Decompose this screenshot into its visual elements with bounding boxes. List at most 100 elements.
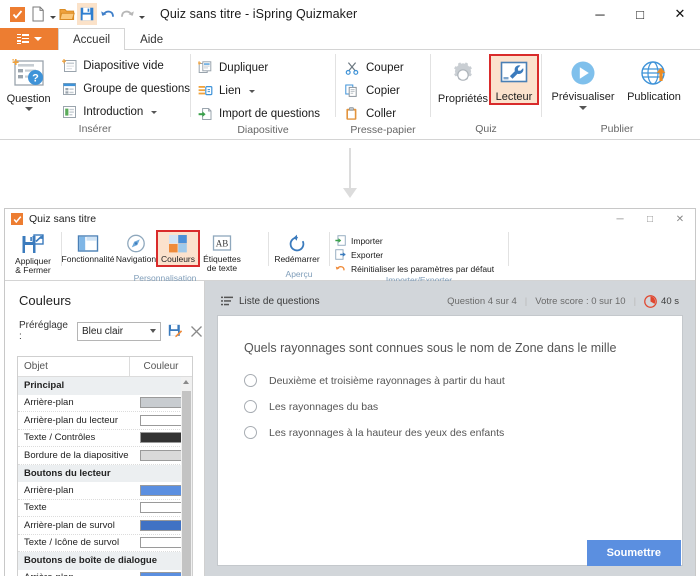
scroll-up-icon[interactable]: [183, 380, 189, 384]
question-button[interactable]: ? Question: [0, 56, 57, 111]
reset-icon: [334, 263, 346, 275]
save-button[interactable]: [77, 3, 97, 25]
slide-link[interactable]: Lien: [197, 81, 320, 101]
preset-row: Préréglage : Bleu clair: [5, 308, 204, 342]
preview-status: Question 4 sur 4 | Votre score : 0 sur 1…: [447, 294, 679, 308]
group-label-inserer: Insérer: [78, 123, 112, 135]
customize-quick-access-button[interactable]: [137, 3, 146, 25]
properties-label: Propriétés: [437, 93, 489, 105]
tab-accueil[interactable]: Accueil: [58, 28, 126, 50]
colors-table-rows: Principal Arrière-plan Arrière-plan du l…: [18, 377, 192, 576]
radio-button[interactable]: [244, 400, 257, 413]
list-icon: [221, 296, 233, 306]
close-button[interactable]: ✕: [665, 209, 695, 229]
scrollbar-thumb[interactable]: [182, 391, 191, 576]
minimize-button[interactable]: ─: [580, 0, 620, 28]
column-header-couleur: Couleur: [143, 361, 179, 372]
answer-option[interactable]: Les rayonnages du bas: [244, 400, 656, 413]
player-button[interactable]: Lecteur: [489, 54, 539, 105]
table-row[interactable]: Texte: [18, 500, 192, 517]
save-preset-icon: [168, 324, 183, 338]
table-row[interactable]: Texte / Icône de survol: [18, 535, 192, 552]
insert-question-group[interactable]: Groupe de questions: [61, 79, 190, 99]
blank-slide-icon: [61, 58, 77, 74]
import-icon: [334, 235, 346, 247]
save-preset-button[interactable]: [167, 323, 183, 339]
ribbon-tabs: Accueil Aide: [0, 28, 700, 50]
player-ribbon: Appliquer & Fermer Fonctionnalité Naviga…: [5, 229, 695, 285]
row-label: Arrière-plan du lecteur: [24, 414, 118, 426]
table-row[interactable]: Texte / Contrôles: [18, 430, 192, 447]
ribbon-group-apply: Appliquer & Fermer: [5, 229, 61, 281]
minimize-button[interactable]: ─: [605, 209, 635, 229]
new-file-button[interactable]: [28, 3, 48, 25]
properties-button[interactable]: Propriétés: [435, 56, 491, 105]
submit-button[interactable]: Soumettre: [586, 540, 681, 566]
row-label: Arrière-plan: [18, 572, 130, 576]
insert-blank-slide[interactable]: Diapositive vide: [61, 56, 190, 76]
chevron-down-icon: [579, 106, 587, 110]
apply-close-button[interactable]: Appliquer & Fermer: [5, 232, 61, 275]
clipboard-paste[interactable]: Coller: [344, 104, 404, 124]
quiz-slide: Quels rayonnages sont connues sous le no…: [217, 315, 683, 566]
blank-slide-label: Diapositive vide: [83, 60, 164, 72]
tab-aide[interactable]: Aide: [125, 28, 178, 50]
restart-button[interactable]: Redémarrer: [269, 232, 325, 265]
reset-defaults-button[interactable]: Réinitialiser les paramètres par défaut: [334, 262, 494, 275]
radio-button[interactable]: [244, 374, 257, 387]
delete-preset-button[interactable]: [189, 323, 204, 339]
publication-button[interactable]: Publication: [620, 56, 688, 103]
slide-duplicate[interactable]: Dupliquer: [197, 58, 320, 78]
answer-option[interactable]: Les rayonnages à la hauteur des yeux des…: [244, 426, 656, 439]
maximize-button[interactable]: □: [620, 0, 660, 28]
undo-button[interactable]: [97, 3, 117, 25]
features-button[interactable]: Fonctionnalité: [62, 232, 114, 265]
clipboard-copy[interactable]: Copier: [344, 81, 404, 101]
chevron-down-icon: [24, 107, 33, 111]
import-questions-label: Import de questions: [219, 108, 321, 120]
redo-button[interactable]: [117, 3, 137, 25]
clipboard-cut[interactable]: Couper: [344, 58, 404, 78]
group-label-quiz: Quiz: [475, 123, 497, 135]
import-label: Importer: [351, 235, 383, 246]
colors-table: Objet Couleur Principal Arrière-plan Arr…: [17, 356, 193, 576]
ribbon-group-presse-papier: Couper Copier Coller Presse-papier: [336, 50, 430, 140]
question-icon: ?: [11, 58, 44, 86]
table-row[interactable]: Arrière-plan de survol: [18, 517, 192, 535]
answer-option[interactable]: Deuxième et troisième rayonnages à parti…: [244, 374, 656, 387]
colors-table-scrollbar[interactable]: [181, 377, 192, 576]
cut-icon: [344, 60, 360, 76]
table-row[interactable]: Arrière-plan: [18, 570, 192, 576]
radio-button[interactable]: [244, 426, 257, 439]
cut-label: Couper: [366, 62, 404, 74]
insert-introduction[interactable]: Introduction: [61, 102, 190, 122]
quiz-preview: Liste de questions Question 4 sur 4 | Vo…: [205, 281, 695, 576]
new-file-dropdown[interactable]: [48, 3, 57, 25]
group-label-apercu: Aperçu: [285, 269, 313, 279]
table-row[interactable]: Arrière-plan: [18, 482, 192, 500]
svg-text:?: ?: [32, 72, 39, 84]
open-file-button[interactable]: [57, 3, 77, 25]
import-questions[interactable]: Import de questions: [197, 104, 320, 124]
timer-icon: [644, 294, 657, 308]
close-button[interactable]: ✕: [660, 0, 700, 28]
export-button[interactable]: Exporter: [334, 248, 494, 261]
table-row[interactable]: Arrière-plan: [18, 395, 192, 412]
file-menu-button[interactable]: [0, 28, 58, 50]
preset-label: Préréglage :: [19, 320, 68, 342]
preset-select[interactable]: Bleu clair: [77, 321, 162, 341]
app-icon: [6, 3, 28, 25]
colors-panel: Couleurs Préréglage : Bleu clair Objet C…: [5, 281, 205, 576]
question-list-button[interactable]: Liste de questions: [221, 296, 320, 307]
table-row[interactable]: Arrière-plan du lecteur: [18, 412, 192, 430]
import-button[interactable]: Importer: [334, 234, 494, 247]
text-labels-button[interactable]: AB Étiquettes de texte: [198, 232, 246, 273]
maximize-button[interactable]: □: [635, 209, 665, 229]
colors-panel-heading: Couleurs: [19, 293, 72, 308]
text-labels-label-2: de texte: [206, 262, 238, 273]
preview-button[interactable]: Prévisualiser: [546, 56, 620, 110]
colors-button[interactable]: Couleurs: [156, 230, 200, 267]
table-row[interactable]: Bordure de la diapositive: [18, 447, 192, 465]
navigation-button[interactable]: Navigation: [114, 232, 158, 265]
menu-icon: [16, 33, 29, 45]
